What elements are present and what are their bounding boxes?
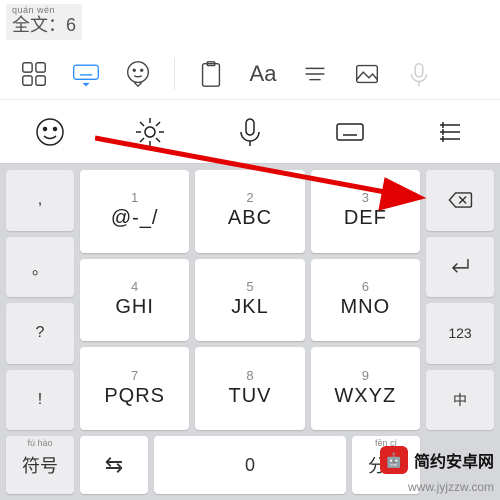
align-icon[interactable] xyxy=(289,54,341,94)
punct-question[interactable]: ? xyxy=(6,303,74,364)
function-row xyxy=(0,100,500,164)
keyboard-small-icon[interactable] xyxy=(300,100,400,163)
font-icon[interactable]: Aa xyxy=(237,54,289,94)
key-0[interactable]: 0 xyxy=(154,436,346,494)
key-3-def[interactable]: 3DEF xyxy=(311,170,420,253)
keyboard-icon[interactable] xyxy=(60,54,112,94)
watermark-url: www.jyjzzw.com xyxy=(408,480,494,494)
clipboard-icon[interactable] xyxy=(185,54,237,94)
left-punct-column: , 。 ? ! xyxy=(6,170,74,430)
key-1[interactable]: 1@-_/ xyxy=(80,170,189,253)
emoji-alt-icon[interactable] xyxy=(112,54,164,94)
symbol-key[interactable]: fú hào 符号 xyxy=(6,436,74,494)
key-7-pqrs[interactable]: 7PQRS xyxy=(80,347,189,430)
candidate-bar: quán wén 全文：6 xyxy=(0,0,500,48)
toolbar: Aa xyxy=(0,48,500,100)
mic-gray-icon[interactable] xyxy=(393,54,445,94)
font-label: Aa xyxy=(250,61,277,87)
num-mode-key[interactable]: 123 xyxy=(426,303,494,364)
keypad-center: 1@-_/ 2ABC 3DEF 4GHI 5JKL 6MNO 7PQRS 8TU… xyxy=(80,170,420,430)
key-2-abc[interactable]: 2ABC xyxy=(195,170,304,253)
ad-overlay: 🤖 简约安卓网 xyxy=(380,446,494,474)
swap-key[interactable]: ⇆ xyxy=(80,436,148,494)
mic-icon[interactable] xyxy=(200,100,300,163)
key-9-wxyz[interactable]: 9WXYZ xyxy=(311,347,420,430)
enter-key[interactable] xyxy=(426,237,494,298)
keyboard-area: , 。 ? ! 1@-_/ 2ABC 3DEF 4GHI 5JKL 6MNO 7… xyxy=(0,164,500,436)
image-icon[interactable] xyxy=(341,54,393,94)
backspace-key[interactable] xyxy=(426,170,494,231)
key-4-ghi[interactable]: 4GHI xyxy=(80,259,189,342)
candidate-chip[interactable]: quán wén 全文：6 xyxy=(6,4,82,40)
key-8-tuv[interactable]: 8TUV xyxy=(195,347,304,430)
emoji-icon[interactable] xyxy=(0,100,100,163)
punct-period[interactable]: 。 xyxy=(6,237,74,298)
ad-brand: 简约安卓网 xyxy=(414,448,494,472)
android-logo-icon: 🤖 xyxy=(380,446,408,474)
apps-icon[interactable] xyxy=(8,54,60,94)
candidate-text: 全文：6 xyxy=(12,16,76,36)
menu-lines-icon[interactable] xyxy=(400,100,500,163)
cn-mode-key[interactable]: 中 xyxy=(426,370,494,431)
punct-comma[interactable]: , xyxy=(6,170,74,231)
key-6-mno[interactable]: 6MNO xyxy=(311,259,420,342)
gear-icon[interactable] xyxy=(100,100,200,163)
toolbar-separator xyxy=(174,58,175,90)
punct-exclaim[interactable]: ! xyxy=(6,370,74,431)
key-5-jkl[interactable]: 5JKL xyxy=(195,259,304,342)
right-column: 123 中 xyxy=(426,170,494,430)
